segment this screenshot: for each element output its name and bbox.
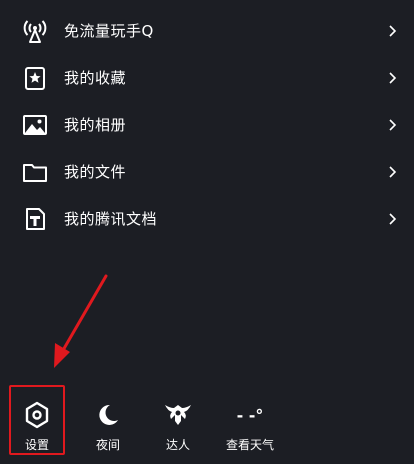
settings-label: 设置 bbox=[24, 438, 49, 452]
menu-item-label: 我的文件 bbox=[64, 163, 127, 181]
weather-temperature-value: - -° bbox=[236, 405, 264, 425]
menu-item-free-data[interactable]: 免流量玩手Q bbox=[0, 7, 414, 54]
chevron-right-icon bbox=[389, 212, 397, 225]
bottom-toolbar: 设置 夜间 达人 - -° 查看天气 bbox=[0, 392, 414, 464]
night-mode-button[interactable]: 夜间 bbox=[80, 392, 136, 456]
weather-label: 查看天气 bbox=[225, 438, 274, 452]
folder-icon bbox=[22, 159, 48, 185]
menu-item-label: 我的相册 bbox=[64, 116, 127, 134]
menu-item-favorites[interactable]: 我的收藏 bbox=[0, 54, 414, 101]
photo-icon bbox=[22, 112, 48, 138]
menu-item-label: 我的腾讯文档 bbox=[64, 210, 158, 228]
chevron-right-icon bbox=[389, 71, 397, 84]
expert-button[interactable]: 达人 bbox=[150, 392, 206, 456]
chevron-right-icon bbox=[389, 24, 397, 37]
menu-item-files[interactable]: 我的文件 bbox=[0, 148, 414, 195]
weather-button[interactable]: - -° 查看天气 bbox=[222, 392, 278, 456]
bookmark-star-icon bbox=[22, 65, 48, 91]
winged-badge-icon bbox=[163, 400, 193, 430]
side-menu: 免流量玩手Q 我的收藏 我的相册 我的文件 我的腾讯文档 bbox=[0, 7, 414, 242]
expert-label: 达人 bbox=[165, 438, 190, 452]
signal-tower-icon bbox=[22, 18, 48, 44]
settings-button[interactable]: 设置 bbox=[9, 392, 65, 456]
night-label: 夜间 bbox=[95, 438, 120, 452]
chevron-right-icon bbox=[389, 165, 397, 178]
menu-item-album[interactable]: 我的相册 bbox=[0, 101, 414, 148]
moon-icon bbox=[93, 400, 123, 430]
menu-item-tencent-docs[interactable]: 我的腾讯文档 bbox=[0, 195, 414, 242]
chevron-right-icon bbox=[389, 118, 397, 131]
menu-item-label: 我的收藏 bbox=[64, 69, 127, 87]
settings-hexagon-icon bbox=[22, 400, 52, 430]
menu-item-label: 免流量玩手Q bbox=[64, 22, 154, 40]
tencent-docs-icon bbox=[22, 206, 48, 232]
